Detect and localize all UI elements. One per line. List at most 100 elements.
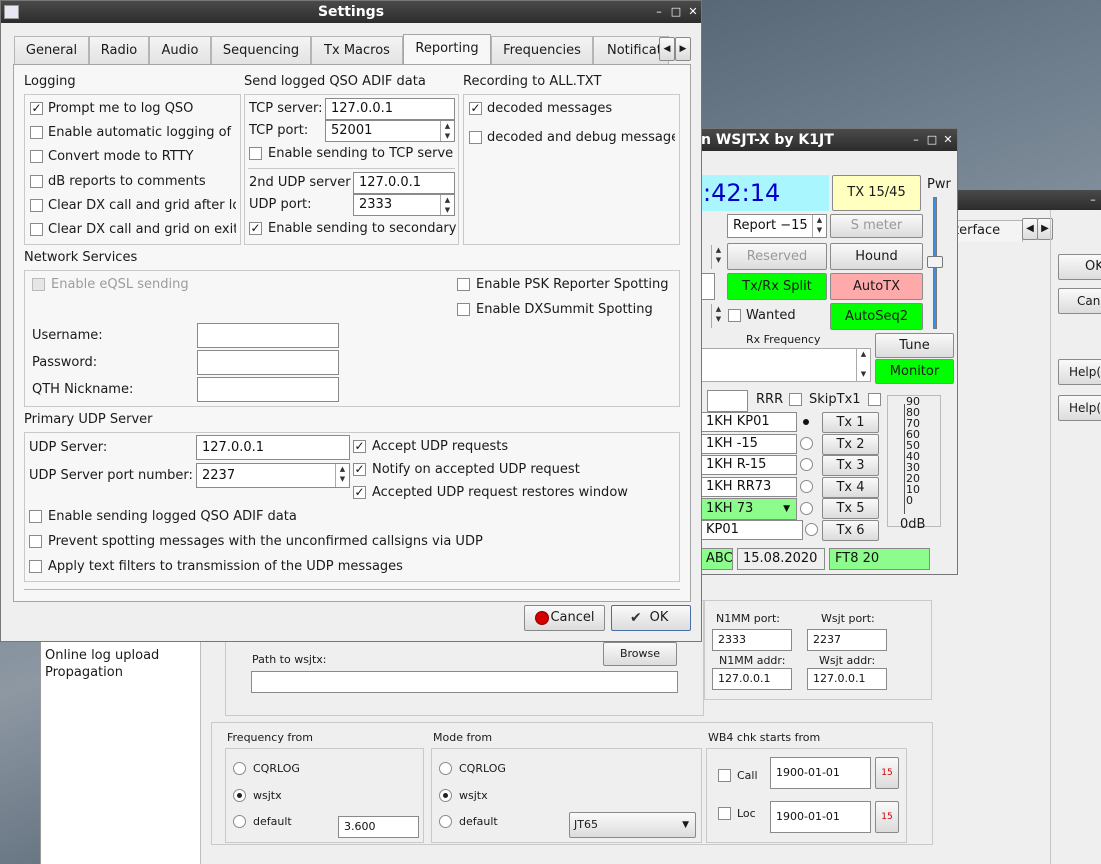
tab-scroll-right-button[interactable]: ▶ — [675, 37, 691, 61]
tx2-radio[interactable] — [800, 437, 813, 450]
wanted-checkbox[interactable] — [728, 309, 741, 322]
qth-nickname-input[interactable] — [197, 377, 339, 402]
cqrlog-help-button-1[interactable]: Help(t — [1058, 359, 1101, 385]
s-meter-button[interactable]: S meter — [830, 214, 923, 238]
enable-secondary-checkbox[interactable]: ✓ — [249, 222, 262, 235]
wsjtx-maximize-icon[interactable]: □ — [924, 129, 940, 151]
tx6-message[interactable]: KP01 — [701, 520, 803, 540]
accept-udp-checkbox[interactable]: ✓ — [353, 440, 366, 453]
txrx-split-button[interactable]: Tx/Rx Split — [727, 273, 827, 300]
tx3-message[interactable]: 1KH R-15 — [701, 455, 797, 475]
tx4-button[interactable]: Tx 4 — [822, 477, 879, 498]
wb4-loc-checkbox[interactable] — [718, 807, 731, 820]
tab-reporting[interactable]: Reporting — [403, 34, 491, 65]
send-adif-udp-checkbox[interactable] — [29, 510, 42, 523]
n1mm-port-input[interactable]: 2333 — [712, 629, 792, 651]
monitor-button[interactable]: Monitor — [875, 359, 954, 384]
dxsummit-checkbox[interactable] — [457, 303, 470, 316]
udp-server-port-spinbox[interactable]: 2237 — [196, 463, 350, 488]
wsjtx-close-icon[interactable]: ✕ — [940, 129, 956, 151]
autotx-button[interactable]: AutoTX — [830, 273, 923, 300]
wb4-call-date-input[interactable]: 1900-01-01 — [770, 757, 871, 789]
autoseq-button[interactable]: AutoSeq2 — [830, 303, 923, 330]
tx4-message[interactable]: 1KH RR73 — [701, 477, 797, 497]
udp2-server-input[interactable]: 127.0.0.1 — [353, 172, 455, 194]
tx3-button[interactable]: Tx 3 — [822, 455, 879, 476]
tx6-radio[interactable] — [805, 523, 818, 536]
wb4-call-calendar-icon[interactable]: 15 — [875, 757, 899, 789]
tx3-radio[interactable] — [800, 458, 813, 471]
cancel-button[interactable]: Cancel — [524, 605, 605, 631]
wb4-call-checkbox[interactable] — [718, 769, 731, 782]
tab-scroll-left-button[interactable]: ◀ — [659, 37, 675, 61]
prompt-log-checkbox[interactable]: ✓ — [30, 102, 43, 115]
wsjt-port-input[interactable]: 2237 — [807, 629, 887, 651]
minimize-icon[interactable]: – — [651, 1, 667, 23]
cqrlog-tab-scroll-left[interactable]: ◀ — [1022, 218, 1038, 240]
clear-dx-after-log-checkbox[interactable] — [30, 199, 43, 212]
tune-button[interactable]: Tune — [875, 333, 954, 358]
tab-frequencies[interactable]: Frequencies — [491, 36, 593, 65]
decoded-debug-checkbox[interactable] — [469, 131, 482, 144]
sidebar-item-online-log[interactable]: Online log upload — [45, 648, 159, 664]
enable-tcp-checkbox[interactable] — [249, 147, 262, 160]
rx-frequency-list[interactable] — [701, 348, 871, 382]
tx2-message[interactable]: 1KH -15 — [701, 434, 797, 454]
tcp-server-input[interactable]: 127.0.0.1 — [325, 98, 455, 120]
maximize-icon[interactable]: □ — [668, 1, 684, 23]
rrr-checkbox[interactable] — [789, 393, 802, 406]
text-filters-checkbox[interactable] — [29, 560, 42, 573]
tx5-radio[interactable] — [800, 502, 813, 515]
tab-radio[interactable]: Radio — [89, 36, 149, 65]
tx1-button[interactable]: Tx 1 — [822, 412, 879, 433]
freq-default-input[interactable]: 3.600 — [338, 816, 419, 838]
restore-window-checkbox[interactable]: ✓ — [353, 486, 366, 499]
udp-server-port-spin-arrows[interactable]: ▲ ▼ — [335, 464, 349, 487]
wsjtx-minimize-icon[interactable]: – — [908, 129, 924, 151]
close-icon[interactable]: ✕ — [685, 1, 701, 23]
hound-button[interactable]: Hound — [830, 243, 923, 270]
udp-server-input[interactable]: 127.0.0.1 — [196, 435, 350, 460]
tx4-radio[interactable] — [800, 480, 813, 493]
tab-general[interactable]: General — [14, 36, 89, 65]
freq-wsjtx-radio[interactable] — [233, 789, 246, 802]
convert-rtty-checkbox[interactable] — [30, 150, 43, 163]
tcp-port-spin-arrows[interactable]: ▲ ▼ — [440, 121, 454, 141]
tx1-radio-selected[interactable] — [803, 419, 809, 425]
username-input[interactable] — [197, 323, 339, 348]
cqrlog-help-button-2[interactable]: Help(i — [1058, 395, 1101, 421]
mode-cqrlog-radio[interactable] — [439, 762, 452, 775]
df-input[interactable] — [707, 390, 748, 412]
sidebar-item-propagation[interactable]: Propagation — [45, 665, 123, 681]
decoded-messages-checkbox[interactable]: ✓ — [469, 102, 482, 115]
mode-default-select[interactable]: JT65 ▼ — [569, 812, 696, 838]
pwr-slider-handle[interactable] — [927, 256, 943, 268]
report-spin-arrows[interactable]: ▲ ▼ — [812, 215, 826, 237]
reserved-button[interactable]: Reserved — [727, 243, 827, 270]
cqrlog-titlebar-close-icon[interactable]: – — [1085, 190, 1101, 210]
psk-reporter-checkbox[interactable] — [457, 278, 470, 291]
eqsl-checkbox[interactable] — [32, 278, 45, 291]
freq-default-radio[interactable] — [233, 815, 246, 828]
prevent-spotting-checkbox[interactable] — [29, 535, 42, 548]
cqrlog-ok-button[interactable]: OK — [1058, 254, 1101, 280]
tab-sequencing[interactable]: Sequencing — [211, 36, 311, 65]
tab-notifications[interactable]: Notificat — [593, 36, 669, 65]
wb4-loc-calendar-icon[interactable]: 15 — [875, 801, 899, 833]
tx5-message[interactable]: 1KH 73 ▼ — [701, 498, 797, 520]
rx-list-scroll[interactable]: ▲ ▼ — [856, 349, 870, 381]
clear-dx-on-exit-checkbox[interactable] — [30, 223, 43, 236]
n1mm-addr-input[interactable]: 127.0.0.1 — [712, 668, 792, 690]
cqrlog-tab-interface[interactable]: terface — [953, 220, 1023, 242]
tx1-message[interactable]: 1KH KP01 — [701, 412, 797, 432]
freq-cqrlog-radio[interactable] — [233, 762, 246, 775]
tcp-port-spinbox[interactable]: 52001 — [325, 120, 455, 142]
skiptx1-checkbox[interactable] — [868, 393, 881, 406]
tab-tx-macros[interactable]: Tx Macros — [311, 36, 403, 65]
mode-default-radio[interactable] — [439, 815, 452, 828]
notify-udp-checkbox[interactable]: ✓ — [353, 463, 366, 476]
db-reports-checkbox[interactable] — [30, 175, 43, 188]
password-input[interactable] — [197, 350, 339, 375]
browse-button[interactable]: Browse — [603, 642, 677, 666]
wsjt-addr-input[interactable]: 127.0.0.1 — [807, 668, 887, 690]
